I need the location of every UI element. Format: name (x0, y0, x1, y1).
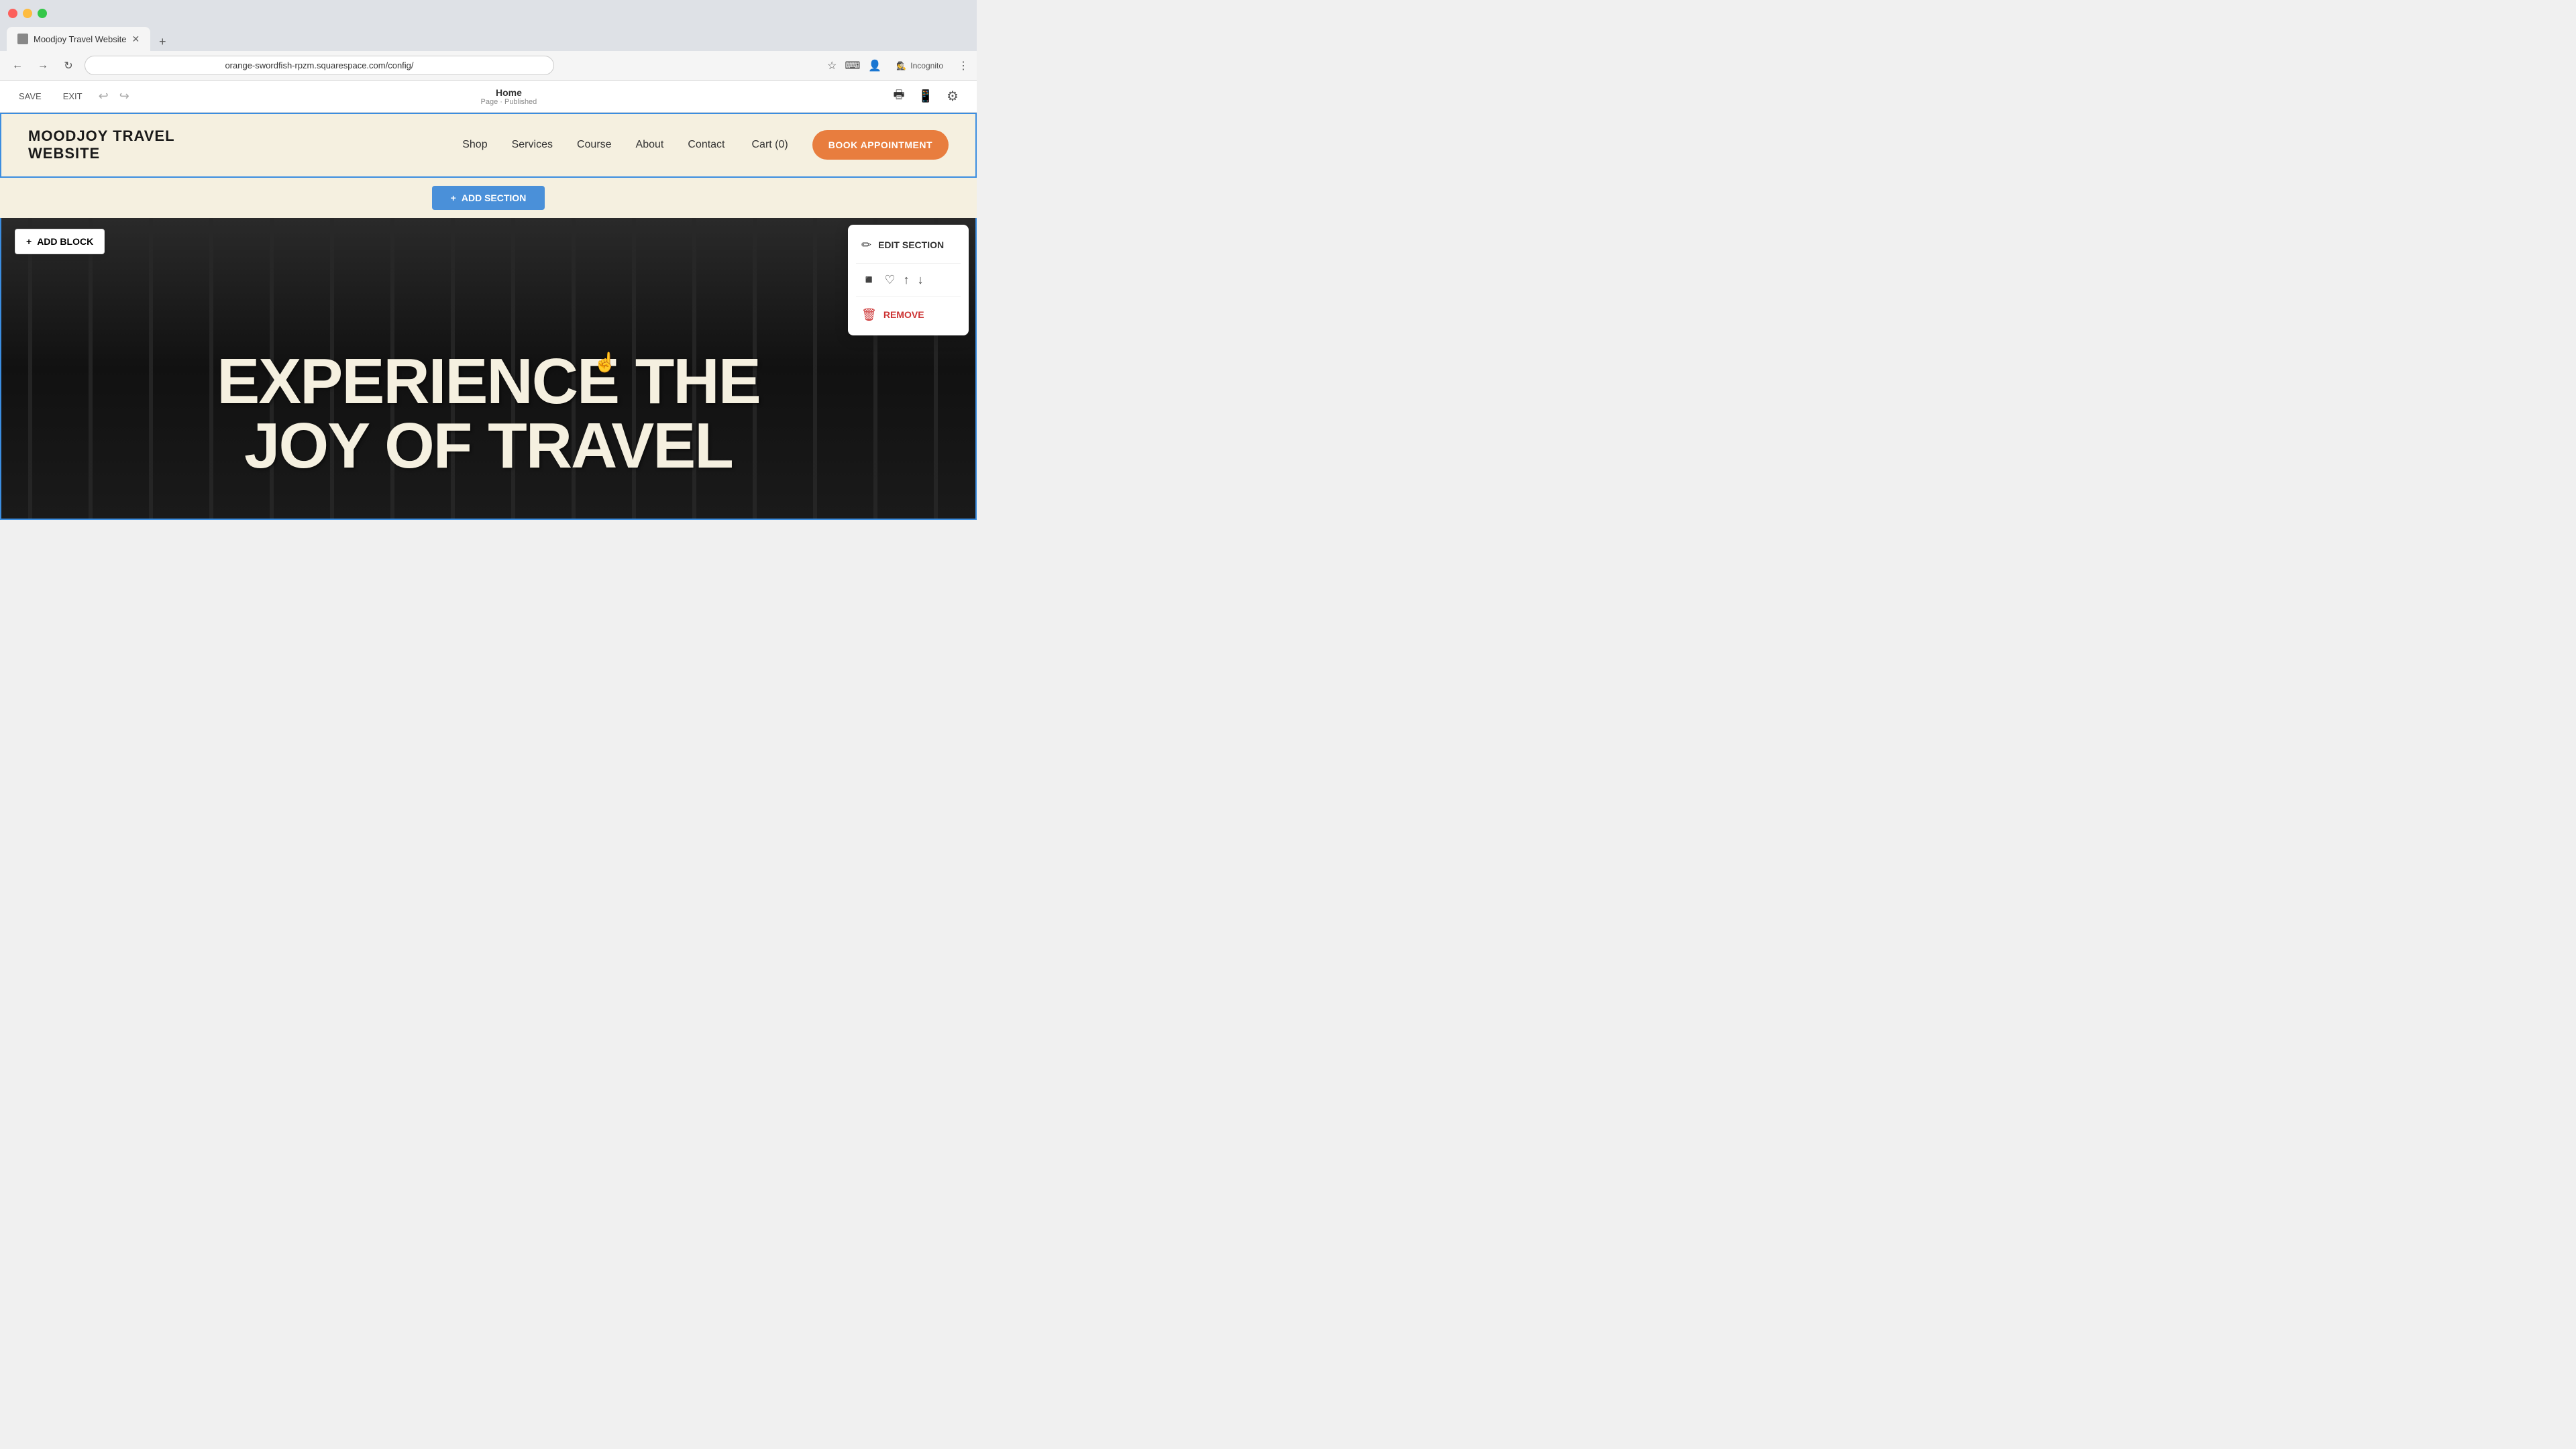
edit-section-button[interactable]: ✏ EDIT SECTION (856, 233, 961, 258)
title-bar (0, 0, 977, 27)
cart-link[interactable]: Cart (0) (752, 139, 788, 151)
back-button[interactable]: ← (8, 56, 27, 75)
add-section-bar: + ADD SECTION (0, 178, 977, 218)
move-down-icon[interactable]: ↓ (918, 273, 924, 287)
tab-bar: Moodjoy Travel Website ✕ + (0, 27, 977, 51)
book-appointment-button[interactable]: BOOK APPOINTMENT (812, 130, 949, 160)
site-nav: Shop Services Course About Contact Cart … (462, 130, 949, 160)
page-info: Home Page · Published (140, 87, 877, 106)
page-name: Home (140, 87, 877, 98)
remove-section-button[interactable]: 🗑 REMOVE (856, 303, 961, 327)
context-divider (856, 263, 961, 264)
edit-pencil-icon: ✏ (861, 238, 871, 252)
close-window-button[interactable] (8, 9, 17, 18)
favorite-icon[interactable]: ♡ (884, 273, 895, 287)
tab-close-button[interactable]: ✕ (132, 34, 140, 45)
profile-icon[interactable]: 👤 (868, 59, 881, 72)
maximize-window-button[interactable] (38, 9, 47, 18)
extensions-icon[interactable]: ⌨ (845, 59, 860, 72)
tab-title: Moodjoy Travel Website (34, 34, 127, 44)
incognito-label: Incognito (910, 61, 943, 70)
exit-button[interactable]: EXIT (58, 89, 88, 104)
window-controls (8, 9, 47, 18)
forward-button[interactable]: → (34, 56, 52, 75)
refresh-button[interactable]: ↻ (59, 56, 78, 75)
browser-tab[interactable]: Moodjoy Travel Website ✕ (7, 27, 150, 51)
hero-title-line1: EXPERIENCE THE (1, 350, 975, 414)
bookmark-icon[interactable]: ☆ (827, 59, 837, 72)
hero-section[interactable]: + ADD BLOCK EXPERIENCE THE JOY OF TRAVEL… (0, 218, 977, 520)
nav-link-shop[interactable]: Shop (462, 139, 487, 151)
remove-label: REMOVE (883, 309, 924, 320)
hero-title-line2: JOY OF TRAVEL (1, 414, 975, 478)
browser-chrome: Moodjoy Travel Website ✕ + ← → ↻ ☆ ⌨ 👤 🕵… (0, 0, 977, 80)
mobile-view-button[interactable]: 📱 (915, 86, 936, 107)
nav-link-course[interactable]: Course (577, 139, 612, 151)
nav-link-services[interactable]: Services (512, 139, 553, 151)
nav-link-about[interactable]: About (636, 139, 664, 151)
edit-section-label: EDIT SECTION (878, 239, 944, 250)
nav-links: Shop Services Course About Contact (462, 139, 724, 151)
add-block-button[interactable]: + ADD BLOCK (15, 229, 105, 254)
desktop-view-button[interactable]: 🖶 (888, 86, 910, 107)
trash-icon: 🗑 (861, 308, 877, 322)
address-input[interactable] (85, 56, 554, 75)
tab-favicon (17, 34, 28, 44)
new-tab-button[interactable]: + (153, 32, 172, 51)
menu-dots-icon[interactable]: ⋮ (958, 59, 969, 72)
customize-button[interactable]: ⚙ (942, 86, 963, 107)
redo-button[interactable]: ↪ (119, 89, 129, 103)
nav-link-contact[interactable]: Contact (688, 139, 724, 151)
undo-button[interactable]: ↩ (99, 89, 109, 103)
duplicate-icon[interactable]: ◾ (861, 273, 876, 287)
hero-text-overlay: EXPERIENCE THE JOY OF TRAVEL (1, 350, 975, 478)
website-content: MOODJOY TRAVEL WEBSITE Shop Services Cou… (0, 113, 977, 520)
incognito-icon: 🕵 (896, 61, 906, 70)
editor-toolbar: SAVE EXIT ↩ ↪ Home Page · Published 🖶 📱 … (0, 80, 977, 113)
site-header: MOODJOY TRAVEL WEBSITE Shop Services Cou… (0, 113, 977, 178)
add-block-plus-icon: + (26, 236, 32, 247)
minimize-window-button[interactable] (23, 9, 32, 18)
nav-secondary: Cart (0) BOOK APPOINTMENT (752, 130, 949, 160)
page-status: Page · Published (140, 98, 877, 106)
address-actions: ☆ ⌨ 👤 🕵 Incognito ⋮ (827, 58, 969, 73)
context-menu: ✏ EDIT SECTION ◾ ♡ ↑ ↓ 🗑 REMOVE (848, 225, 969, 335)
view-toggles: 🖶 📱 ⚙ (888, 86, 963, 107)
save-button[interactable]: SAVE (13, 89, 47, 104)
move-up-icon[interactable]: ↑ (904, 273, 910, 287)
address-bar: ← → ↻ ☆ ⌨ 👤 🕵 Incognito ⋮ (0, 51, 977, 80)
context-icons-row: ◾ ♡ ↑ ↓ (856, 269, 961, 291)
plus-icon: + (451, 193, 456, 203)
incognito-badge: 🕵 Incognito (890, 58, 950, 73)
add-section-button[interactable]: + ADD SECTION (432, 186, 545, 210)
site-logo: MOODJOY TRAVEL WEBSITE (28, 127, 216, 163)
